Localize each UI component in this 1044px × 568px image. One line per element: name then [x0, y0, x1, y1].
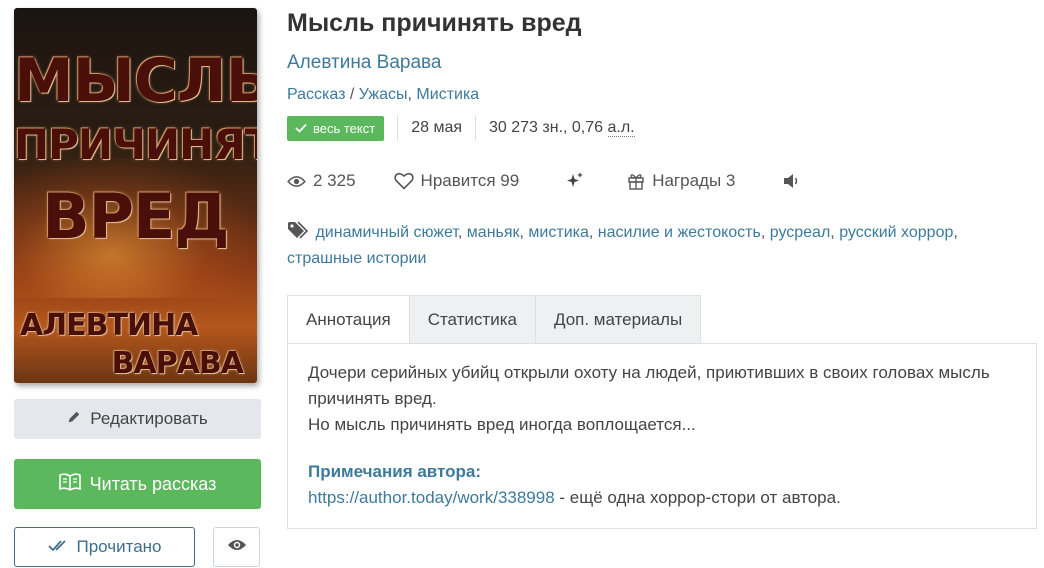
- publish-date: 28 мая: [411, 119, 463, 136]
- views-count: 2 325: [313, 171, 356, 190]
- tag-comma: ,: [953, 224, 958, 241]
- heart-icon: [393, 172, 414, 190]
- watch-button[interactable]: [213, 527, 260, 567]
- status-badge: весь текст: [287, 115, 385, 141]
- eye-icon: [227, 537, 247, 557]
- like-button[interactable]: Нравится 99: [393, 171, 520, 191]
- double-check-icon: [47, 537, 68, 557]
- tab-bar: Аннотация Статистика Доп. материалы: [287, 295, 702, 344]
- gift-icon: [628, 174, 644, 190]
- views-stat: 2 325: [287, 171, 356, 191]
- tag-link[interactable]: русреал: [770, 224, 831, 241]
- tab-extra-materials[interactable]: Доп. материалы: [535, 295, 702, 344]
- author-notes-link[interactable]: https://author.today/work/338998: [308, 488, 555, 507]
- divider: [397, 115, 399, 141]
- annotation-paragraph-2: Но мысль причинять вред иногда воплощает…: [308, 415, 696, 434]
- read-story-button[interactable]: Читать рассказ: [14, 459, 261, 509]
- form-link[interactable]: Рассказ: [287, 86, 345, 103]
- edit-button-label: Редактировать: [90, 409, 208, 428]
- author-sheet-unit[interactable]: а.л.: [607, 119, 635, 137]
- author-notes-text: - ещё одна хоррор-стори от автора.: [554, 488, 841, 507]
- mark-read-label: Прочитано: [76, 537, 162, 556]
- tag-link[interactable]: страшные истории: [287, 250, 426, 267]
- tags-icon: [288, 221, 309, 239]
- likes-label: Нравится 99: [420, 171, 520, 190]
- author-notes-title: Примечания автора:: [308, 462, 482, 481]
- check-icon: [295, 123, 307, 133]
- pencil-icon: [67, 409, 81, 429]
- cover-title-line1: МЫСЛЬ: [14, 46, 257, 116]
- tag-comma: ,: [457, 224, 467, 241]
- tag-link[interactable]: динамичный сюжет: [315, 224, 457, 241]
- tag-comma: ,: [830, 224, 840, 241]
- genre-separator: /: [345, 86, 359, 103]
- cover-title-line2: ПРИЧИНЯТЬ: [14, 120, 257, 169]
- read-story-label: Читать рассказ: [89, 473, 217, 494]
- sparkle-button[interactable]: [565, 171, 585, 191]
- tag-link[interactable]: русский хоррор: [839, 224, 953, 241]
- cover-title-line3: ВРЕД: [42, 180, 229, 253]
- genre-line: Рассказ / Ужасы, Мистика: [287, 86, 479, 104]
- info-line: весь текст 28 мая 30 273 зн., 0,76 а.л.: [287, 115, 635, 141]
- status-badge-label: весь текст: [313, 120, 376, 136]
- annotation-text: Дочери серийных убийц открыли охоту на л…: [308, 360, 1028, 438]
- edit-button[interactable]: Редактировать: [14, 399, 261, 439]
- text-size: 30 273 зн., 0,76 а.л.: [489, 119, 635, 137]
- book-author-link[interactable]: Алевтина Варава: [287, 52, 441, 74]
- sparkles-icon: [567, 172, 584, 187]
- awards-label: Награды 3: [652, 171, 736, 190]
- awards-button[interactable]: Награды 3: [627, 171, 735, 191]
- genre-link-horror[interactable]: Ужасы: [359, 86, 408, 103]
- text-size-value: 30 273 зн., 0,76: [489, 119, 604, 136]
- eye-icon: [287, 175, 306, 187]
- book-title: Мысль причинять вред: [287, 9, 582, 37]
- tag-link[interactable]: насилие и жестокость: [598, 224, 761, 241]
- stats-bar: 2 325 Нравится 99 Награды 3: [287, 168, 801, 194]
- tab-annotation[interactable]: Аннотация: [287, 295, 410, 344]
- tag-link[interactable]: маньяк: [467, 224, 520, 241]
- speaker-icon: [784, 174, 798, 188]
- cover-author-line2: ВАРАВА: [111, 346, 244, 381]
- genre-link-mystic[interactable]: Мистика: [416, 86, 479, 103]
- divider: [475, 115, 477, 141]
- tab-statistics[interactable]: Статистика: [409, 295, 536, 344]
- mark-read-button[interactable]: Прочитано: [14, 527, 195, 567]
- author-notes: https://author.today/work/338998 - ещё о…: [308, 488, 841, 508]
- tag-link[interactable]: мистика: [528, 224, 588, 241]
- tag-comma: ,: [760, 224, 770, 241]
- annotation-paragraph-1: Дочери серийных убийц открыли охоту на л…: [308, 363, 990, 408]
- tags-list: динамичный сюжет, маньяк, мистика, насил…: [287, 220, 1032, 272]
- tag-comma: ,: [588, 224, 598, 241]
- audio-button[interactable]: [783, 173, 801, 189]
- cover-author-line1: АЛЕВТИНА: [20, 308, 198, 343]
- book-cover[interactable]: МЫСЛЬ ПРИЧИНЯТЬ ВРЕД АЛЕВТИНА ВАРАВА: [14, 8, 257, 383]
- open-book-icon: [58, 472, 81, 496]
